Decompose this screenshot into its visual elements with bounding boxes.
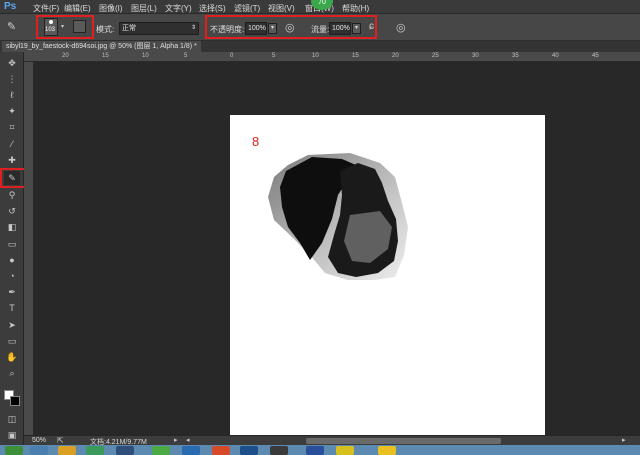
ruler-tick: 15 — [352, 53, 359, 59]
taskbar-app-icon[interactable] — [58, 446, 76, 455]
lasso-tool-icon[interactable]: ℓ — [4, 88, 20, 102]
healing-brush-tool-icon[interactable]: ✚ — [4, 153, 20, 167]
document-tab[interactable]: sibyl19_by_faestock-d694soi.jpg @ 50% (图… — [2, 41, 201, 52]
taskbar-app-icon[interactable] — [212, 446, 230, 455]
menu-help[interactable]: 帮助(H) — [342, 3, 369, 14]
os-taskbar — [0, 445, 640, 455]
ruler-tick: 25 — [432, 53, 439, 59]
taskbar-app-icon[interactable] — [86, 446, 104, 455]
eraser-tool-icon[interactable]: ◧ — [4, 220, 20, 234]
share-icon[interactable]: ⇱ — [57, 436, 64, 445]
horizontal-scrollbar[interactable] — [306, 438, 501, 444]
ruler-tick: 45 — [592, 53, 599, 59]
opacity-label: 不透明度: — [210, 25, 245, 34]
menu-view[interactable]: 视图(V) — [268, 3, 295, 14]
brush-size-value: 103 — [45, 27, 56, 33]
mode-label: 模式: — [96, 25, 115, 34]
chevron-down-icon: ⇕ — [190, 25, 196, 31]
photoshop-taskbar-icon[interactable] — [306, 446, 324, 455]
taskbar-app-icon[interactable] — [378, 446, 396, 455]
history-brush-tool-icon[interactable]: ↺ — [4, 204, 20, 218]
brush-dot-icon — [49, 20, 53, 24]
ruler-tick: 15 — [102, 53, 109, 59]
taskbar-app-icon[interactable] — [336, 446, 354, 455]
pressure-size-icon[interactable]: ◎ — [396, 21, 406, 34]
horizontal-ruler: 20 15 10 5 0 5 10 15 20 25 30 35 40 45 — [24, 52, 640, 62]
status-menu-arrow-icon[interactable]: ▸ — [174, 436, 178, 444]
taskbar-app-icon[interactable] — [152, 446, 170, 455]
airbrush-icon[interactable]: ɕ — [369, 21, 374, 32]
ruler-tick: 0 — [230, 53, 234, 59]
flow-input[interactable]: 100% — [329, 22, 351, 35]
ruler-tick: 5 — [272, 53, 276, 59]
eyedropper-tool-icon[interactable]: ⁄ — [4, 137, 20, 151]
taskbar-app-icon[interactable] — [240, 446, 258, 455]
menu-image[interactable]: 图像(I) — [99, 3, 123, 14]
ruler-tick: 20 — [392, 53, 399, 59]
ruler-tick: 30 — [472, 53, 479, 59]
clone-stamp-tool-icon[interactable]: ⚲ — [4, 188, 20, 202]
mode-value: 正常 — [122, 25, 136, 32]
ruler-tick: 35 — [512, 53, 519, 59]
opacity-dropdown-button[interactable]: ▾ — [268, 23, 277, 34]
menu-select[interactable]: 选择(S) — [199, 3, 226, 14]
scroll-left-icon[interactable]: ◂ — [186, 436, 190, 444]
opacity-input[interactable]: 100% — [245, 22, 267, 35]
taskbar-app-icon[interactable] — [116, 446, 134, 455]
background-color-swatch[interactable] — [10, 396, 20, 406]
brush-tool-icon[interactable]: ✎ — [7, 20, 16, 33]
options-bar: ✎ 103 ▾ 模式: 正常 ⇕ 不透明度: 100% ▾ ◎ 流量: 100%… — [0, 14, 640, 41]
brush-tool-icon[interactable]: ✎ — [4, 171, 20, 185]
menu-edit[interactable]: 编辑(E) — [64, 3, 91, 14]
chevron-down-icon[interactable]: ▾ — [61, 23, 64, 30]
menu-filter[interactable]: 滤镜(T) — [234, 3, 260, 14]
menu-bar: Ps 文件(F) 编辑(E) 图像(I) 图层(L) 文字(Y) 选择(S) 滤… — [0, 0, 640, 14]
brush-panel-icon[interactable] — [73, 20, 86, 33]
tools-panel: ✥ ⋮ ℓ ✦ ⌗ ⁄ ✚ ✎ ⚲ ↺ ◧ ▭ ● ◔ ✒ T ➤ ▭ ✋ ⌕ … — [0, 52, 33, 445]
photo-layer — [268, 153, 408, 280]
quick-mask-icon[interactable]: ◫ — [4, 412, 20, 426]
hand-tool-icon[interactable]: ✋ — [4, 350, 20, 364]
brush-preset-picker[interactable]: 103 — [44, 18, 58, 36]
rectangle-tool-icon[interactable]: ▭ — [4, 334, 20, 348]
ruler-tick: 10 — [142, 53, 149, 59]
marquee-tool-icon[interactable]: ⋮ — [4, 72, 20, 86]
pen-tool-icon[interactable]: ✒ — [4, 285, 20, 299]
mode-select[interactable]: 正常 ⇕ — [119, 22, 199, 35]
crop-tool-icon[interactable]: ⌗ — [4, 120, 20, 134]
screen-mode-icon[interactable]: ▣ — [4, 428, 20, 442]
flow-dropdown-button[interactable]: ▾ — [352, 23, 361, 34]
type-tool-icon[interactable]: T — [4, 301, 20, 315]
gradient-tool-icon[interactable]: ▭ — [4, 237, 20, 251]
pressure-opacity-icon[interactable]: ◎ — [285, 21, 295, 34]
quick-select-tool-icon[interactable]: ✦ — [4, 104, 20, 118]
menu-type[interactable]: 文字(Y) — [165, 3, 192, 14]
zoom-level[interactable]: 50% — [32, 437, 46, 444]
taskbar-app-icon[interactable] — [270, 446, 288, 455]
document-tab-bar: sibyl19_by_faestock-d694soi.jpg @ 50% (图… — [0, 41, 640, 52]
move-tool-icon[interactable]: ✥ — [4, 56, 20, 70]
path-select-tool-icon[interactable]: ➤ — [4, 318, 20, 332]
app-logo: Ps — [4, 1, 17, 12]
ruler-tick: 40 — [552, 53, 559, 59]
dodge-tool-icon[interactable]: ◔ — [4, 269, 20, 283]
menu-layer[interactable]: 图层(L) — [131, 3, 157, 14]
start-button-icon[interactable] — [5, 446, 23, 455]
vertical-ruler — [24, 62, 34, 435]
status-bar: 50% ⇱ 文档:4.21M/9.77M ▸ ◂ ▸ — [24, 435, 640, 446]
step-annotation: 8 — [252, 134, 260, 149]
ruler-tick: 10 — [312, 53, 319, 59]
zoom-tool-icon[interactable]: ⌕ — [4, 366, 20, 380]
ruler-tick: 20 — [62, 53, 69, 59]
blur-tool-icon[interactable]: ● — [4, 253, 20, 267]
taskbar-app-icon[interactable] — [182, 446, 200, 455]
document-canvas[interactable] — [230, 115, 545, 438]
scroll-right-icon[interactable]: ▸ — [622, 436, 626, 444]
ruler-tick: 5 — [184, 53, 188, 59]
flow-label: 流量: — [311, 25, 330, 34]
taskbar-app-icon[interactable] — [30, 446, 48, 455]
menu-file[interactable]: 文件(F) — [33, 3, 59, 14]
